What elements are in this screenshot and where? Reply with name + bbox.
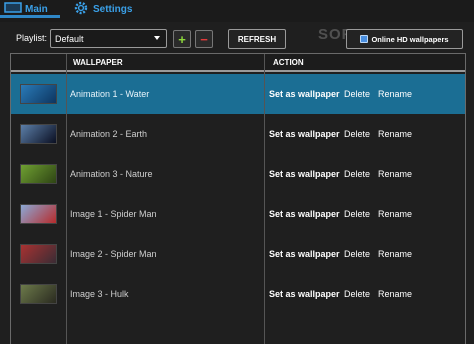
- wallpaper-name: Image 3 - Hulk: [70, 289, 129, 299]
- wallpaper-name: Animation 2 - Earth: [70, 129, 148, 139]
- web-icon: [360, 35, 369, 43]
- set-as-wallpaper-link[interactable]: Set as wallpaper: [269, 129, 340, 139]
- delete-link[interactable]: Delete: [344, 169, 370, 179]
- delete-link[interactable]: Delete: [344, 129, 370, 139]
- remove-playlist-button[interactable]: −: [195, 30, 213, 48]
- online-hd-wallpapers-label: Online HD wallpapers: [371, 34, 449, 44]
- column-divider: [66, 54, 67, 344]
- rename-link[interactable]: Rename: [378, 129, 412, 139]
- wallpaper-name: Animation 3 - Nature: [70, 169, 153, 179]
- rename-link[interactable]: Rename: [378, 169, 412, 179]
- set-as-wallpaper-link[interactable]: Set as wallpaper: [269, 169, 340, 179]
- playlist-select[interactable]: Default: [50, 29, 167, 48]
- tab-settings[interactable]: Settings: [74, 0, 132, 18]
- rename-link[interactable]: Rename: [378, 209, 412, 219]
- set-as-wallpaper-link[interactable]: Set as wallpaper: [269, 249, 340, 259]
- online-hd-wallpapers-button[interactable]: Online HD wallpapers: [346, 29, 463, 49]
- rename-link[interactable]: Rename: [378, 89, 412, 99]
- table-header: WALLPAPER ACTION: [11, 54, 465, 72]
- rename-link[interactable]: Rename: [378, 289, 412, 299]
- wallpaper-thumbnail: [20, 124, 57, 144]
- set-as-wallpaper-link[interactable]: Set as wallpaper: [269, 89, 340, 99]
- wallpaper-thumbnail: [20, 164, 57, 184]
- add-playlist-button[interactable]: +: [173, 30, 191, 48]
- table-row[interactable]: Animation 1 - Water Set as wallpaper Delet…: [11, 74, 465, 114]
- delete-link[interactable]: Delete: [344, 289, 370, 299]
- chevron-down-icon: [154, 36, 160, 40]
- tab-main-label: Main: [25, 3, 48, 15]
- tab-settings-label: Settings: [93, 3, 133, 15]
- tab-bar: Main Settings: [0, 0, 474, 22]
- column-divider: [264, 54, 265, 344]
- column-header-wallpaper: WALLPAPER: [73, 58, 123, 67]
- set-as-wallpaper-link[interactable]: Set as wallpaper: [269, 289, 340, 299]
- set-as-wallpaper-link[interactable]: Set as wallpaper: [269, 209, 340, 219]
- wallpaper-thumbnail: [20, 84, 57, 104]
- table-row[interactable]: Image 3 - Hulk Set as wallpaper Delete Rena…: [11, 274, 465, 314]
- delete-link[interactable]: Delete: [344, 209, 370, 219]
- delete-link[interactable]: Delete: [344, 89, 370, 99]
- column-header-action: ACTION: [273, 58, 304, 67]
- table-row[interactable]: Animation 3 - Nature Set as wallpaper Dele…: [11, 154, 465, 194]
- playlist-value: Default: [55, 33, 84, 44]
- wallpaper-thumbnail: [20, 204, 57, 224]
- gear-icon: [74, 1, 88, 18]
- wallpaper-name: Image 2 - Spider Man: [70, 249, 157, 259]
- wallpaper-name: Image 1 - Spider Man: [70, 209, 157, 219]
- table-row[interactable]: Image 2 - Spider Man Set as wallpaper Dele…: [11, 234, 465, 274]
- rename-link[interactable]: Rename: [378, 249, 412, 259]
- table-row[interactable]: Animation 2 - Earth Set as wallpaper Delet…: [11, 114, 465, 154]
- table-row[interactable]: Image 1 - Spider Man Set as wallpaper Dele…: [11, 194, 465, 234]
- wallpaper-name: Animation 1 - Water: [70, 89, 150, 99]
- playlist-label: Playlist:: [16, 33, 48, 43]
- delete-link[interactable]: Delete: [344, 249, 370, 259]
- refresh-button[interactable]: REFRESH: [228, 29, 286, 49]
- wallpaper-thumbnail: [20, 244, 57, 264]
- wallpaper-thumbnail: [20, 284, 57, 304]
- wallpaper-table: WALLPAPER ACTION Animation 1 - Water Set …: [10, 53, 466, 344]
- active-tab-indicator: [0, 15, 60, 18]
